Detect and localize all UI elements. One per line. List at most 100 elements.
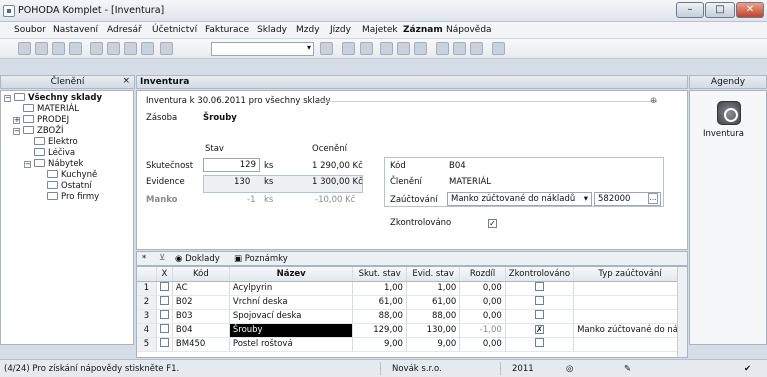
table-row[interactable]: 1 AC Acylpyrin 1,00 1,00 0,00 [137,281,687,296]
row-checkbox[interactable] [159,310,169,319]
tree-item-zbozi[interactable]: ZBOŽÍ [23,126,64,136]
col-kod[interactable]: Kód [172,267,230,282]
save-icon[interactable] [124,42,137,55]
tree-item-prodej[interactable]: PRODEJ [23,115,69,125]
tree-item-material[interactable]: MATERIÁL [23,104,79,114]
tree-item-elektro[interactable]: Elektro [34,137,78,147]
filter-icon[interactable] [320,42,333,55]
menu-zaznam[interactable]: Záznam [403,25,443,35]
folder-icon [47,192,58,200]
col-rozdil[interactable]: Rozdíl [459,267,506,282]
menu-nastaveni[interactable]: Nastavení [53,25,98,35]
menu-adresar[interactable]: Adresář [107,25,142,35]
row-checkbox[interactable] [159,282,169,291]
new-record-icon[interactable] [18,42,31,55]
zkontrolovano-checkbox[interactable]: ✓ [488,219,497,228]
tree-close-icon[interactable]: × [122,76,130,86]
agenda-item-inventura[interactable]: Inventura [703,129,744,139]
table-row[interactable]: 5 BM450 Postel roštová 9,00 9,00 0,00 [137,337,687,352]
maximize-button[interactable]: □ [705,2,735,18]
close-button[interactable]: ✕ [736,2,764,18]
skutecnost-input[interactable]: 129 [203,158,260,172]
status-check-icon[interactable]: ✔ [744,364,751,374]
app-icon [3,5,15,17]
tree-item-nabytek[interactable]: Nábytek [34,159,83,169]
delete-icon[interactable] [141,42,154,55]
tree-item-pro-firmy[interactable]: Pro firmy [47,192,99,202]
row-checkbox[interactable] [159,296,169,305]
info-icon[interactable]: ⊕ [650,96,657,106]
table-row-selected[interactable]: 4 B04 Šrouby 129,00 130,00 -1,00 ✗ Manko zú… [137,323,687,338]
col-evid[interactable]: Evid. stav [406,267,461,282]
menu-soubor[interactable]: Soubor [14,25,46,35]
agenda-title: Agendy [689,75,767,89]
menu-ucetnictvi[interactable]: Účetnictví [152,25,197,35]
edit-icon[interactable] [107,42,120,55]
row-checkbox[interactable] [159,324,169,333]
collapse-icon[interactable]: − [24,161,31,168]
help-icon[interactable] [492,42,505,55]
divider [500,362,501,375]
collapse-icon[interactable]: − [13,128,20,135]
tab-poznamky[interactable]: ▣ Poznámky [234,254,288,264]
folder-icon [23,126,34,134]
status-company: Novák s.r.o. [392,364,442,374]
search-icon[interactable] [35,42,48,55]
row-zkontrolovano-checkbox[interactable] [534,296,544,305]
tree-item-kuchyne[interactable]: Kuchyně [47,170,97,180]
print-icon[interactable] [52,42,65,55]
table-icon[interactable] [380,42,393,55]
collapse-icon[interactable]: − [4,95,11,102]
window-title: POHODA Komplet - [Inventura] [18,5,165,16]
copy-icon[interactable] [90,42,103,55]
row-checkbox[interactable] [159,338,169,347]
col-zkontrolovano[interactable]: Zkontrolováno [505,267,575,282]
minimize-button[interactable]: – [676,2,704,18]
status-edit-icon[interactable]: ✎ [624,364,631,374]
inventory-icon[interactable] [717,101,741,125]
status-settings-icon[interactable]: ◎ [566,364,573,374]
grid-scrollbar[interactable] [677,267,687,357]
tree-title: Členění [50,77,85,87]
quick-search-combo[interactable] [211,42,314,56]
row-zkontrolovano-checkbox[interactable] [534,338,544,347]
status-year: 2011 [512,364,534,374]
chevron-down-icon: ▾ [583,194,588,204]
table-row[interactable]: 3 B03 Spojovací deska 88,00 88,00 0,00 [137,309,687,324]
col-skut[interactable]: Skut. stav [352,267,407,282]
divider [317,101,657,102]
row-zkontrolovano-checkbox[interactable] [534,310,544,319]
window-list-icon[interactable] [470,42,483,55]
menu-majetek[interactable]: Majetek [362,25,398,35]
tree-item-vsechny-sklady[interactable]: Všechny sklady [14,93,102,103]
tree-item-ostatni[interactable]: Ostatní [47,181,92,191]
menu-fakturace[interactable]: Fakturace [205,25,249,35]
ellipsis-icon[interactable]: … [648,193,658,204]
attachment-icon[interactable] [414,42,427,55]
expand-icon[interactable]: + [13,117,20,124]
tab-new-star[interactable]: * [142,254,146,264]
col-x[interactable]: X [156,267,173,282]
row-zkontrolovano-checkbox[interactable] [534,282,544,291]
clipboard-icon[interactable] [160,42,173,55]
preview-icon[interactable] [69,42,82,55]
document-icon[interactable] [342,42,355,55]
menu-mzdy[interactable]: Mzdy [296,25,320,35]
menu-sklady[interactable]: Sklady [257,25,287,35]
window-icon[interactable] [436,42,449,55]
link-icon[interactable] [360,42,373,55]
col-typ[interactable]: Typ zaúčtování [573,267,687,282]
ucet-input[interactable]: 582000… [594,192,661,206]
table-row[interactable]: 2 B02 Vrchní deska 61,00 61,00 0,00 [137,295,687,310]
report-icon[interactable] [397,42,410,55]
col-nazev[interactable]: Název [229,267,354,282]
tab-doklady[interactable]: ◉ Doklady [175,254,220,264]
menu-jizdy[interactable]: Jízdy [330,25,351,35]
evidence-label: Evidence [146,177,185,187]
menu-napoveda[interactable]: Nápověda [446,25,492,35]
row-zkontrolovano-checkbox[interactable]: ✗ [534,325,544,334]
tree-item-leciva[interactable]: Léčiva [34,148,75,158]
zauctovani-select[interactable]: Manko zúčtované do nákladů ▾ [447,192,592,206]
window-split-icon[interactable] [453,42,466,55]
filter-icon[interactable]: ⊻ [159,253,165,263]
